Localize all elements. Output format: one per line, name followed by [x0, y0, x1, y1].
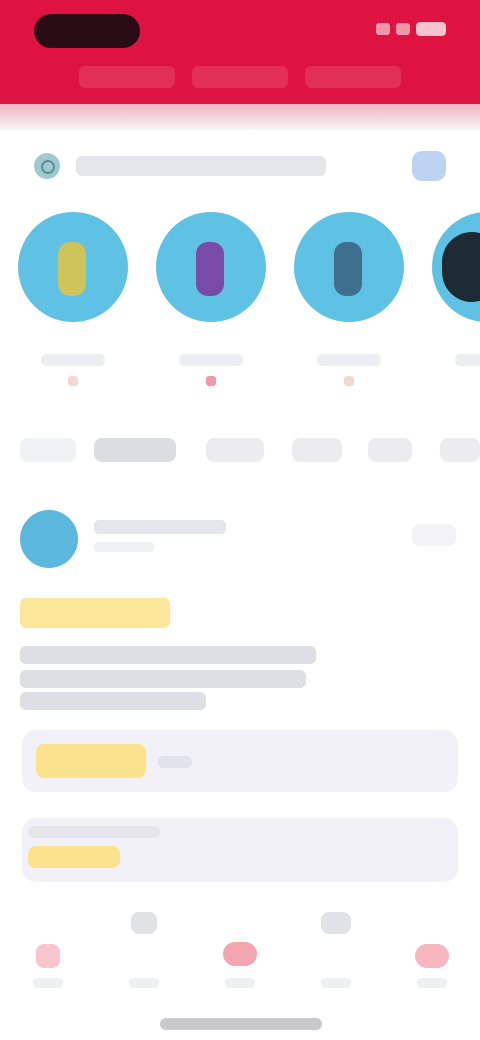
- info-label: [158, 756, 192, 768]
- story-avatar[interactable]: [294, 212, 404, 322]
- story-name: [179, 354, 243, 366]
- search-icon[interactable]: [34, 153, 60, 179]
- nav-label: [321, 978, 351, 988]
- notification-icon[interactable]: [412, 151, 446, 181]
- stories-carousel[interactable]: [0, 212, 480, 412]
- wifi-icon: [396, 23, 410, 35]
- nav-home[interactable]: [0, 900, 96, 1010]
- search-bar[interactable]: [20, 138, 460, 194]
- nav-label: [129, 978, 159, 988]
- status-icons: [376, 22, 446, 36]
- nav-profile[interactable]: [384, 900, 480, 1010]
- post-time: [94, 542, 154, 552]
- post-author[interactable]: [94, 520, 226, 534]
- info-card[interactable]: [22, 730, 458, 792]
- post-text-line: [20, 646, 316, 664]
- story-badge: [206, 376, 216, 386]
- nav-label: [417, 978, 447, 988]
- info-card[interactable]: [22, 818, 458, 882]
- post-text-line: [20, 670, 306, 688]
- nav-label: [225, 978, 255, 988]
- nav-messages[interactable]: [288, 900, 384, 1010]
- dynamic-island: [34, 14, 140, 48]
- home-indicator: [160, 1018, 322, 1030]
- profile-icon[interactable]: [415, 944, 449, 968]
- story-figure: [58, 242, 86, 296]
- header-tab[interactable]: [78, 66, 175, 88]
- story-figure: [442, 232, 480, 302]
- story-item[interactable]: [156, 212, 266, 402]
- post-text-line: [20, 692, 206, 710]
- home-icon[interactable]: [36, 944, 60, 968]
- chip[interactable]: [292, 438, 342, 462]
- avatar[interactable]: [20, 510, 78, 568]
- story-avatar[interactable]: [432, 212, 480, 322]
- info-highlight: [28, 846, 120, 868]
- info-highlight: [36, 744, 146, 778]
- nav-label: [33, 978, 63, 988]
- header-tab[interactable]: [305, 66, 402, 88]
- story-item[interactable]: [294, 212, 404, 402]
- post-tag[interactable]: [20, 598, 170, 628]
- header-tabs: [0, 66, 480, 96]
- messages-icon[interactable]: [321, 912, 351, 934]
- story-avatar[interactable]: [18, 212, 128, 322]
- story-name: [317, 354, 381, 366]
- story-name: [455, 354, 480, 366]
- story-badge: [68, 376, 78, 386]
- signal-icon: [376, 23, 390, 35]
- story-avatar[interactable]: [156, 212, 266, 322]
- story-figure: [334, 242, 362, 296]
- filter-chips[interactable]: [0, 438, 480, 468]
- chip[interactable]: [20, 438, 76, 462]
- nav-discover[interactable]: [96, 900, 192, 1010]
- header-fade: [0, 104, 480, 130]
- story-name: [41, 354, 105, 366]
- follow-button[interactable]: [412, 524, 456, 546]
- story-badge: [344, 376, 354, 386]
- info-label: [28, 826, 160, 838]
- story-item[interactable]: [432, 212, 480, 402]
- chip[interactable]: [206, 438, 264, 462]
- create-icon[interactable]: [223, 942, 257, 966]
- battery-icon: [416, 22, 446, 36]
- nav-create[interactable]: [192, 900, 288, 1010]
- app-header: [0, 0, 480, 112]
- chip[interactable]: [368, 438, 412, 462]
- chip[interactable]: [94, 438, 176, 462]
- chip[interactable]: [440, 438, 480, 462]
- story-item[interactable]: [18, 212, 128, 402]
- story-figure: [196, 242, 224, 296]
- discover-icon[interactable]: [131, 912, 157, 934]
- search-input[interactable]: [76, 156, 326, 176]
- header-tab[interactable]: [191, 66, 288, 88]
- bottom-nav: [0, 900, 480, 1010]
